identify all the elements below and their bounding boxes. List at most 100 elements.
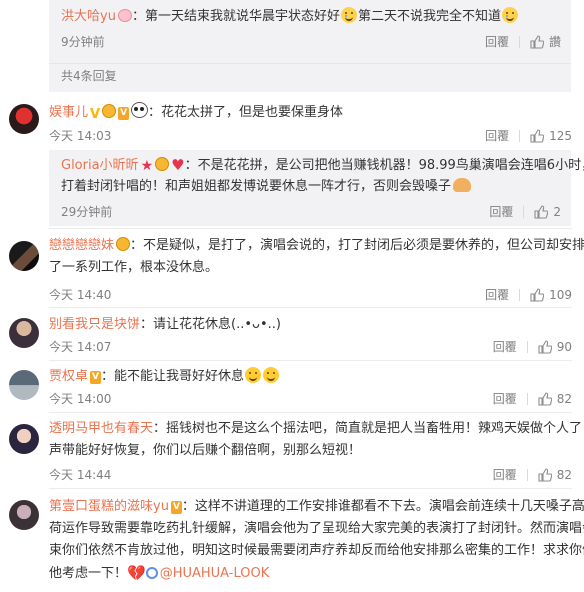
comment-text-2: 荷运作导致需要靠吃药扎针缓解，演唱会他为了呈现给大家完美的表演打了封闭针。然而演…	[49, 521, 584, 536]
comment-time: 今天 14:44	[49, 468, 112, 482]
avatar[interactable]	[9, 370, 39, 400]
reply-username[interactable]: 洪大哈yu	[61, 9, 116, 24]
like-button[interactable]: 2	[534, 205, 561, 219]
comment-feed: 洪大哈yu ：第一天结束我就说华晨宇状态好好 第二天不说我完全不知道 9分钟前 回覆…	[0, 0, 584, 592]
reply-content: 洪大哈yu ：第一天结束我就说华晨宇状态好好 第二天不说我完全不知道	[61, 6, 559, 28]
tear-emoji-icon	[501, 7, 518, 23]
mention-link[interactable]: @HUAHUA-LOOK	[160, 566, 270, 581]
comment-username[interactable]: 娱事儿	[49, 105, 88, 120]
comment-time: 今天 14:00	[49, 392, 112, 406]
comment-text: ：不是疑似，是打了，演唱会说的，打了封闭后必须是要休养的，但公司却安排	[130, 238, 584, 253]
heart-icon: ♥	[171, 156, 185, 174]
nested-reply-text: ：不是花花拼，是公司把他当赚钱机器！98.99鸟巢演唱会连唱6小时，	[184, 158, 584, 173]
comment-time: 今天 14:07	[49, 340, 112, 354]
like-thumb-icon	[538, 467, 552, 482]
comment-item: 别看我只是块饼：请让花花休息(..•ᴗ•..) 今天 14:07 回覆 90	[0, 314, 584, 361]
comment-username[interactable]: 别看我只是块饼	[49, 317, 140, 332]
comment-text-2: 了一系列工作，根本没休息。	[49, 260, 219, 275]
avatar[interactable]	[9, 241, 39, 271]
comment-text: ：这样不讲道理的工作安排谁都看不下去。演唱会前连续十几天嗓子高负	[181, 499, 584, 514]
praying-hands-icon	[453, 178, 472, 192]
like-thumb-icon	[534, 204, 549, 219]
pig-icon	[117, 9, 132, 22]
comment-content: 贾权卓 V ：能不能让我哥好好休息	[49, 366, 572, 388]
reply-thread-box: 洪大哈yu ：第一天结束我就说华晨宇状态好好 第二天不说我完全不知道 9分钟前 回覆…	[49, 0, 571, 92]
like-count: 125	[549, 128, 572, 143]
like-button[interactable]: 82	[538, 392, 572, 406]
reply-button[interactable]: 回覆	[493, 390, 517, 407]
divider	[519, 288, 521, 301]
reply-button[interactable]: 回覆	[493, 338, 517, 355]
divider	[49, 307, 572, 308]
panda-icon	[131, 102, 149, 118]
nested-reply-username[interactable]: Gloria小昕昕	[61, 158, 139, 173]
comment-actions: 回覆 82	[493, 466, 572, 483]
comment-text: ：摇钱树也不是这么个摇法吧，简直就是把人当畜牲用！辣鸡天娱做个人了！他	[153, 421, 584, 436]
vip-badge-icon: V	[90, 371, 101, 384]
comment-content: 戀戀戀戀妹 ：不是疑似，是打了，演唱会说的，打了封闭后必须是要休养的，但公司却安排…	[49, 235, 584, 279]
like-count: 2	[553, 204, 561, 219]
nested-reply-text-2: 打着封闭针唱的！和声姐姐都发博说要休息一阵才行，否则会毁嗓子	[61, 179, 452, 194]
comment-username[interactable]: 透明马甲也有春天	[49, 421, 153, 436]
smile-emoji-icon	[245, 367, 261, 383]
reply-text: ：第一天结束我就说华晨宇状态好好	[131, 9, 340, 24]
reply-button[interactable]: 回覆	[485, 33, 509, 50]
comment-item: 第壹口蛋糕的滋味yu V ：这样不讲道理的工作安排谁都看不下去。演唱会前连续十几天嗓…	[0, 496, 584, 592]
comment-content: 娱事儿 V V ：花花太拼了，但是也要保重身体	[49, 102, 572, 126]
like-button[interactable]: 82	[538, 468, 572, 482]
divider	[49, 488, 572, 489]
comment-text-2: 声带能好好恢复，你们以后赚个翻倍啊，别那么短视！	[49, 443, 362, 458]
divider	[518, 35, 520, 48]
nested-reply-actions: 回覆 2	[489, 203, 561, 220]
nested-reply: Gloria小昕昕 ★ ♥：不是花花拼，是公司把他当赚钱机器！98.99鸟巢演唱会连…	[49, 150, 584, 226]
reply-actions: 回覆 讚	[485, 33, 561, 50]
reply-button[interactable]: 回覆	[485, 286, 509, 303]
like-button[interactable]: 90	[538, 340, 572, 354]
tear-emoji-icon	[340, 7, 357, 23]
comment-actions: 回覆 109	[485, 286, 572, 303]
more-replies-link[interactable]: 共4条回复	[61, 67, 117, 85]
comment-time: 今天 14:40	[49, 288, 112, 302]
comment-username[interactable]: 贾权卓	[49, 369, 88, 384]
reply-button[interactable]: 回覆	[489, 203, 513, 220]
comment-item: 戀戀戀戀妹 ：不是疑似，是打了，演唱会说的，打了封闭后必须是要休养的，但公司却安排…	[0, 235, 584, 308]
divider	[523, 205, 525, 218]
comment-actions: 回覆 125	[485, 127, 572, 144]
like-thumb-icon	[530, 287, 545, 302]
avatar[interactable]	[9, 500, 39, 530]
reply-time: 9分钟前	[61, 35, 105, 49]
comment-text-4: 他考虑一下！	[49, 566, 128, 581]
vip-badge-icon: V	[170, 501, 182, 514]
like-thumb-icon	[538, 339, 552, 354]
comment-item: 贾权卓 V ：能不能让我哥好好休息 今天 14:00 回覆 82	[0, 366, 584, 413]
medal-icon	[102, 104, 117, 118]
divider	[49, 228, 572, 229]
verified-icon: V	[90, 107, 101, 122]
divider	[526, 340, 528, 353]
medal-icon	[155, 157, 170, 171]
reply-button[interactable]: 回覆	[485, 127, 509, 144]
star-icon: ★	[140, 158, 154, 174]
comment-username[interactable]: 戀戀戀戀妹	[49, 238, 114, 253]
divider	[49, 360, 572, 361]
like-button[interactable]: 125	[530, 129, 572, 143]
like-label: 讚	[548, 35, 561, 49]
comment-item: 透明马甲也有春天：摇钱树也不是这么个摇法吧，简直就是把人当畜牲用！辣鸡天娱做个人…	[0, 418, 584, 489]
like-thumb-icon	[530, 34, 544, 49]
comment-actions: 回覆 90	[493, 338, 572, 355]
comment-username[interactable]: 第壹口蛋糕的滋味yu	[49, 499, 169, 514]
comment-content: 透明马甲也有春天：摇钱树也不是这么个摇法吧，简直就是把人当畜牲用！辣鸡天娱做个人…	[49, 418, 584, 462]
like-thumb-icon	[530, 128, 545, 143]
link-icon	[145, 567, 158, 579]
avatar[interactable]	[9, 424, 39, 454]
divider	[526, 392, 528, 405]
comment-content: 第壹口蛋糕的滋味yu V ：这样不讲道理的工作安排谁都看不下去。演唱会前连续十几天嗓…	[49, 496, 584, 585]
vip-badge-icon: V	[118, 107, 130, 120]
avatar[interactable]	[9, 318, 39, 348]
like-button[interactable]: 109	[530, 288, 572, 302]
comment-text: ：请让花花休息(..•ᴗ•..)	[140, 317, 281, 332]
reply-button[interactable]: 回覆	[493, 466, 517, 483]
avatar[interactable]	[9, 104, 39, 134]
like-button[interactable]: 讚	[530, 33, 561, 50]
comment-actions: 回覆 82	[493, 390, 572, 407]
